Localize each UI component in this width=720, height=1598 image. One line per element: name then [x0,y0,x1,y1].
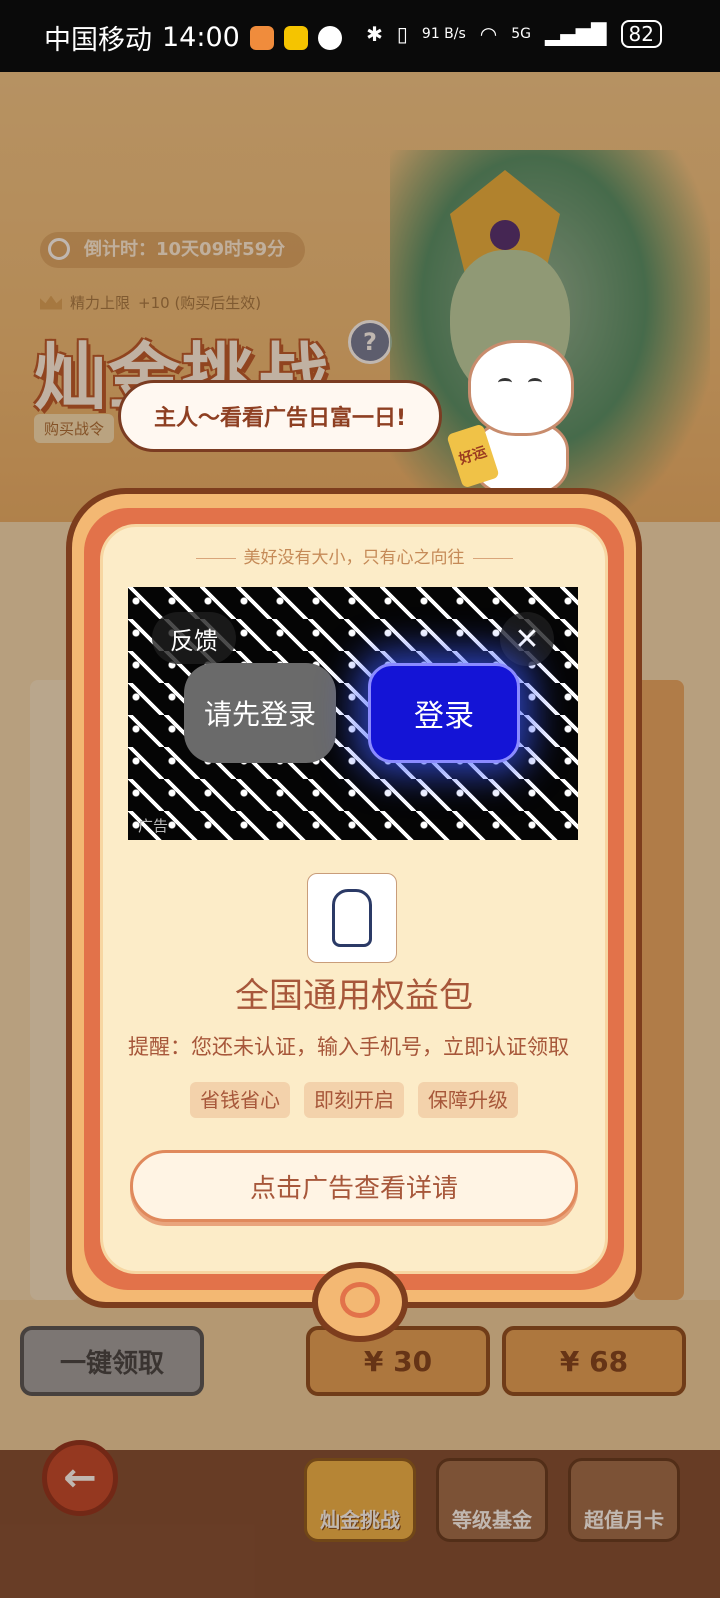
cat-eye-right [528,378,542,387]
battery-indicator: 82 [620,20,662,48]
ad-close-button[interactable]: ✕ [500,612,554,666]
ad-login-hint[interactable]: 请先登录 [184,663,336,763]
status-bar: 中国移动 14:00 ✱ ▯ 91 B/s ◠ 5G ▂▄▆█ 82 [0,0,720,72]
package-description: 提醒：您还未认证，输入手机号，立即认证领取 [128,1035,569,1059]
cat-eye-left [498,378,512,387]
signal-bars-icon: ▂▄▆█ [545,22,607,46]
wifi-icon: ◠ [479,22,498,46]
message-notification-icon [317,25,342,50]
clock-label: 14:00 [162,22,240,53]
app-notification-icon [249,25,274,50]
meituan-notification-icon [283,25,308,50]
package-title: 全国通用权益包 [235,976,473,1016]
ad-login-button[interactable]: 登录 [368,663,520,763]
tag-protection-upgrade: 保障升级 [418,1082,518,1118]
lucky-cat-mascot: 好运 [446,340,588,496]
view-details-button[interactable]: 点击广告查看详请 [130,1150,578,1222]
status-left: 中国移动 14:00 [44,18,342,57]
motto-divider-left [195,557,236,559]
motto-divider-right [472,557,513,559]
carrier-label: 中国移动 [44,25,152,56]
mascot-speech-bubble: 主人～看看广告日富一日! [118,380,442,452]
status-right: ✱ ▯ 91 B/s ◠ 5G ▂▄▆█ 82 [366,20,662,48]
vibrate-icon: ▯ [396,22,408,46]
cat-head [468,340,574,436]
pointing-hand-icon [307,873,397,963]
tag-save-money: 省钱省心 [190,1082,290,1118]
ad-feedback-button[interactable]: 反馈 [152,612,236,664]
motto-text: 美好没有大小，只有心之向往 [243,548,465,568]
modal-motto: 美好没有大小，只有心之向往 [100,543,608,568]
swirl-ornament-icon [312,1262,408,1342]
net-speed-label: 91 B/s [421,26,466,42]
hand-glyph [332,889,372,947]
ad-label: 广告 [138,817,169,835]
tag-instant-start: 即刻开启 [304,1082,404,1118]
signal-label: 5G [511,26,532,42]
bluetooth-icon: ✱ [366,22,383,46]
package-tags: 省钱省心 即刻开启 保障升级 [100,1082,608,1118]
